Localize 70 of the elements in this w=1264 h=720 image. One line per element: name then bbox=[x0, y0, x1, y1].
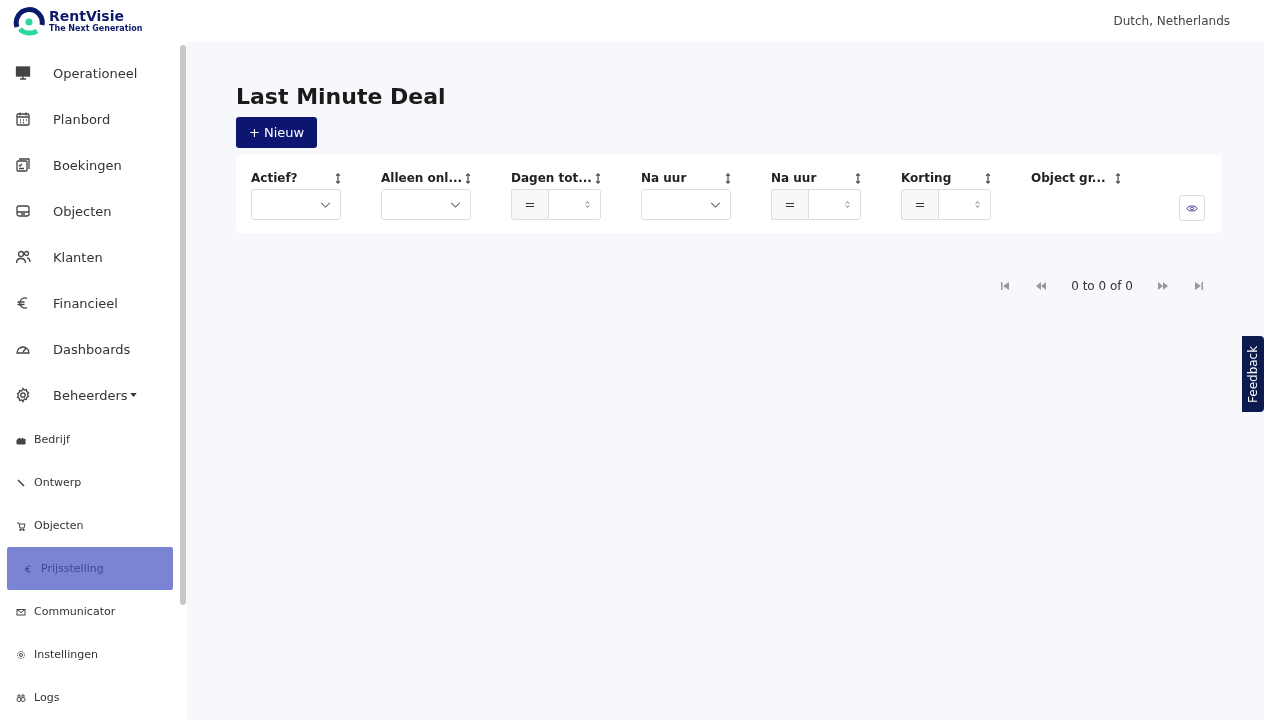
column-header[interactable]: Na uur bbox=[641, 171, 687, 185]
nav-subitem[interactable]: Communicator bbox=[0, 590, 173, 633]
euro-icon bbox=[23, 563, 33, 574]
checklist-icon bbox=[15, 157, 31, 173]
nav-subitem[interactable]: Objecten bbox=[0, 504, 173, 547]
column-header[interactable]: Actief? bbox=[251, 171, 298, 185]
users-icon bbox=[15, 249, 31, 265]
brand-name: RentVisie bbox=[49, 9, 125, 23]
column-header[interactable]: Alleen onl... bbox=[381, 171, 463, 185]
brand-tagline: The Next Generation bbox=[49, 25, 143, 33]
number-field[interactable] bbox=[548, 189, 601, 220]
cart-icon bbox=[16, 520, 26, 531]
sort-icon[interactable] bbox=[465, 172, 471, 184]
chevron-down-icon bbox=[710, 201, 721, 208]
number-field[interactable] bbox=[808, 189, 861, 220]
nav-item[interactable]: Financieel bbox=[0, 280, 180, 326]
binoculars-icon bbox=[16, 692, 26, 703]
column-header[interactable]: Dagen tot... bbox=[511, 171, 592, 185]
filter-dropdown[interactable] bbox=[251, 189, 341, 220]
filter-dropdown[interactable] bbox=[641, 189, 731, 220]
sort-icon[interactable] bbox=[855, 172, 861, 184]
column-header[interactable]: Na uur bbox=[771, 171, 817, 185]
chevron-down-icon bbox=[320, 201, 331, 208]
operator-button[interactable]: = bbox=[511, 189, 548, 220]
monitor-icon bbox=[15, 65, 31, 81]
next-page-button[interactable] bbox=[1157, 281, 1169, 291]
eye-icon bbox=[1186, 203, 1198, 213]
language-label[interactable]: Dutch, Netherlands bbox=[1113, 14, 1230, 28]
operator-button[interactable]: = bbox=[771, 189, 808, 220]
previous-page-button[interactable] bbox=[1035, 281, 1048, 291]
spinner-icon bbox=[845, 200, 850, 209]
calendar-icon bbox=[15, 111, 31, 127]
scrollbar[interactable] bbox=[180, 45, 186, 605]
number-field[interactable] bbox=[938, 189, 991, 220]
gear-icon bbox=[16, 649, 26, 660]
sort-icon[interactable] bbox=[595, 172, 601, 184]
new-button[interactable]: + Nieuw bbox=[236, 117, 318, 148]
tray-icon bbox=[15, 203, 31, 219]
last-page-button[interactable] bbox=[1193, 281, 1205, 291]
factory-icon bbox=[16, 434, 26, 445]
nav-item[interactable]: Operationeel bbox=[0, 50, 180, 96]
spinner-icon bbox=[585, 200, 590, 209]
visibility-button[interactable] bbox=[1179, 195, 1205, 221]
feedback-tab[interactable]: Feedback bbox=[1242, 336, 1264, 412]
nav-subitem[interactable]: Logs bbox=[0, 676, 173, 719]
operator-button[interactable]: = bbox=[901, 189, 938, 220]
chevron-down-icon bbox=[450, 201, 461, 208]
nav-item[interactable]: Dashboards bbox=[0, 326, 180, 372]
spinner-icon bbox=[975, 200, 980, 209]
logo-icon bbox=[13, 5, 45, 37]
nav-subitem[interactable]: Bedrijf bbox=[0, 418, 173, 461]
first-page-button[interactable] bbox=[999, 281, 1012, 291]
column-header[interactable]: Korting bbox=[901, 171, 952, 185]
filter-dropdown[interactable] bbox=[381, 189, 471, 220]
nav-item[interactable]: Beheerders bbox=[0, 372, 180, 418]
nav-subitem[interactable]: Instellingen bbox=[0, 633, 173, 676]
page-summary: 0 to 0 of 0 bbox=[1071, 279, 1133, 293]
sort-icon[interactable] bbox=[985, 172, 991, 184]
nav-item[interactable]: Planbord bbox=[0, 96, 180, 142]
nav-item[interactable]: Boekingen bbox=[0, 142, 180, 188]
page-title: Last Minute Deal bbox=[236, 84, 446, 109]
nav-item[interactable]: Objecten bbox=[0, 188, 180, 234]
nav-subitem[interactable]: Ontwerp bbox=[0, 461, 173, 504]
nav-item[interactable]: Klanten bbox=[0, 234, 180, 280]
sort-icon[interactable] bbox=[725, 172, 731, 184]
sort-icon[interactable] bbox=[335, 172, 341, 184]
sort-icon[interactable] bbox=[1115, 172, 1121, 184]
settings-icon bbox=[15, 387, 31, 403]
envelope-icon bbox=[16, 606, 26, 617]
column-header[interactable]: Object gr... bbox=[1031, 171, 1106, 185]
